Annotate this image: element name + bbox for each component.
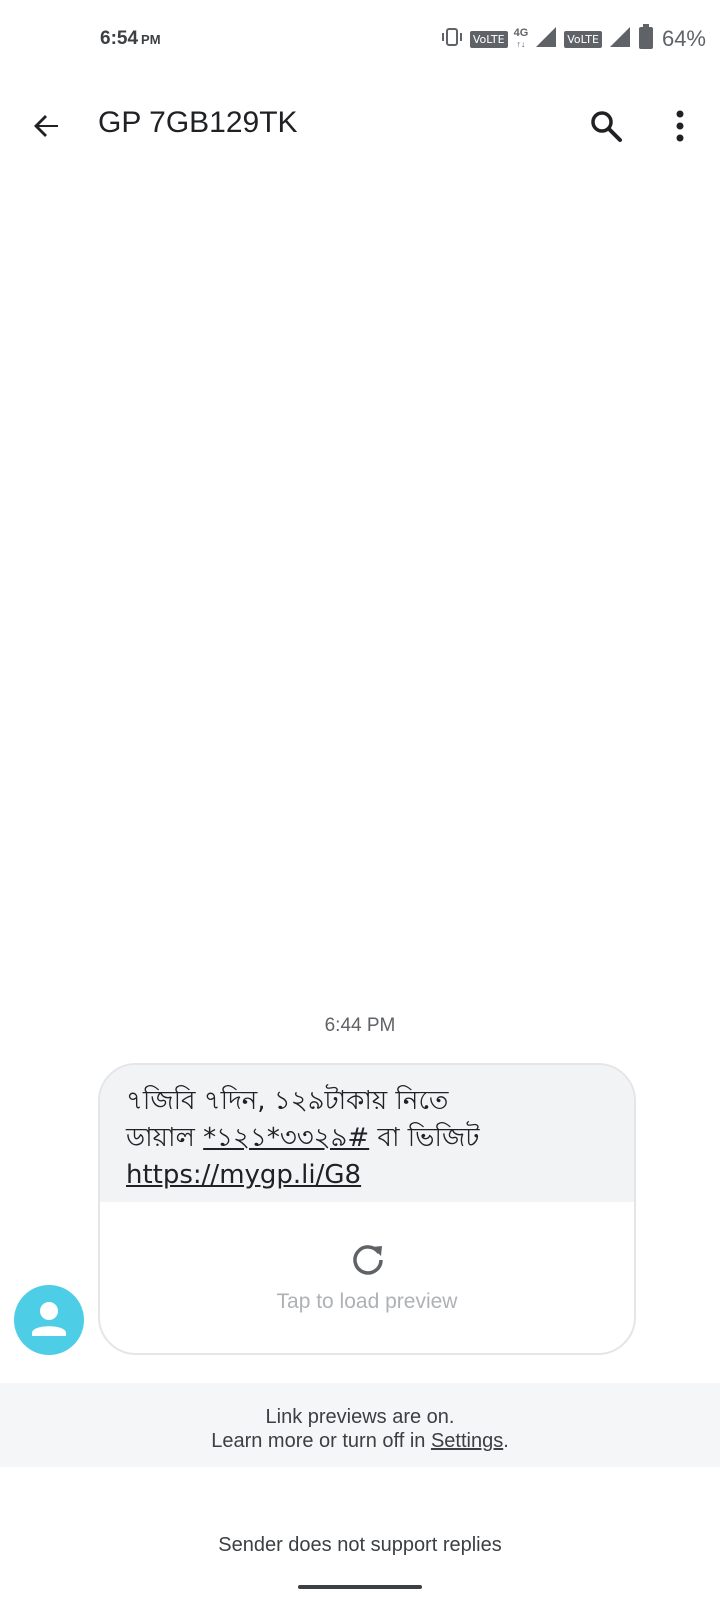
link-preview-banner: Link previews are on. Learn more or turn… [0,1383,720,1467]
message-url-line: https://mygp.li/G8 [126,1157,608,1194]
person-icon [32,1302,66,1336]
signal-icon-2 [608,26,632,53]
status-time-ampm: PM [141,32,161,47]
search-icon [591,111,622,142]
status-icons: VoLTE 4G ↑↓ VoLTE 64% [440,23,706,55]
status-bar: 6:54 PM VoLTE 4G ↑↓ VoLTE 64% [0,0,720,80]
battery-percent: 64% [661,26,706,51]
message-line-1: ৭জিবি ৭দিন, ১২৯টাকায় নিতে [126,1086,449,1116]
status-time: 6:54 PM [100,28,161,50]
message-timestamp: 6:44 PM [324,1015,396,1036]
ussd-code-link[interactable]: *১২১*৩৩২৯# [203,1123,369,1153]
settings-link[interactable]: Settings [431,1430,503,1452]
banner-line-1: Link previews are on. [265,1406,455,1428]
search-button[interactable] [582,102,630,150]
preview-label: Tap to load preview [276,1290,458,1313]
more-vert-icon [676,110,684,142]
banner-line-2: Learn more or turn off in Settings. [0,1429,720,1453]
message-line-2-suffix: বা ভিজিট [369,1123,480,1153]
message-line-2: ডায়াল *১২১*৩৩২৯# বা ভিজিট [126,1120,608,1157]
network-type: 4G ↑↓ [513,27,529,50]
home-indicator[interactable] [298,1585,422,1589]
message-bubble[interactable]: ৭জিবি ৭দিন, ১২৯টাকায় নিতে ডায়াল *১২১*৩… [98,1063,636,1355]
volte-badge-2: VoLTE [564,30,602,48]
back-arrow-icon [34,115,58,137]
back-button[interactable] [22,102,70,150]
app-bar: GP 7GB129TK [0,90,720,162]
network-type-label: 4G [513,27,529,39]
status-time-value: 6:54 [100,28,139,49]
volte-badge: VoLTE [469,30,508,48]
signal-icon [534,26,558,53]
link-preview[interactable]: Tap to load preview [100,1202,634,1353]
battery-icon [638,23,654,55]
conversation-title: GP 7GB129TK [98,106,298,139]
message-url-link[interactable]: https://mygp.li/G8 [126,1160,361,1190]
banner-line-2-prefix: Learn more or turn off in [211,1430,431,1452]
message-line-2-prefix: ডায়াল [126,1123,204,1153]
no-reply-notice: Sender does not support replies [218,1534,502,1556]
vibrate-icon [440,26,464,53]
refresh-icon [353,1245,383,1275]
message-text: ৭জিবি ৭দিন, ১২৯টাকায় নিতে ডায়াল *১২১*৩… [100,1065,634,1202]
banner-line-2-suffix: . [503,1430,509,1452]
sender-avatar[interactable] [14,1285,84,1355]
more-options-button[interactable] [656,102,704,150]
